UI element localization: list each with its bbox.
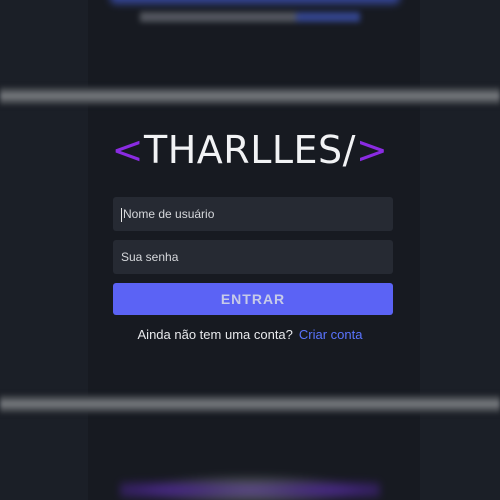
password-input[interactable]: Sua senha bbox=[113, 240, 393, 274]
blurred-divider-top bbox=[0, 86, 500, 106]
blurred-logo-ghost bbox=[120, 470, 380, 500]
logo: <THARLLES/> bbox=[0, 128, 500, 172]
logo-text: THARLLES/ bbox=[144, 128, 356, 172]
text-caret bbox=[121, 207, 122, 222]
login-screen: <THARLLES/> Nome de usuário Sua senha EN… bbox=[0, 0, 500, 500]
blurred-divider-bottom bbox=[0, 394, 500, 414]
signup-prompt: Ainda não tem uma conta? Criar conta bbox=[0, 327, 500, 342]
signup-link[interactable]: Criar conta bbox=[299, 327, 363, 342]
username-input[interactable]: Nome de usuário bbox=[113, 197, 393, 231]
right-panel bbox=[420, 0, 500, 500]
blurred-text-ghost bbox=[140, 12, 360, 22]
login-button[interactable]: ENTRAR bbox=[113, 283, 393, 315]
signup-text: Ainda não tem uma conta? bbox=[137, 327, 293, 342]
password-placeholder: Sua senha bbox=[121, 250, 179, 264]
logo-close-bracket: > bbox=[355, 128, 389, 172]
blurred-button-ghost bbox=[110, 0, 400, 4]
left-panel bbox=[0, 0, 88, 500]
username-placeholder: Nome de usuário bbox=[123, 207, 215, 221]
logo-open-bracket: < bbox=[111, 128, 145, 172]
